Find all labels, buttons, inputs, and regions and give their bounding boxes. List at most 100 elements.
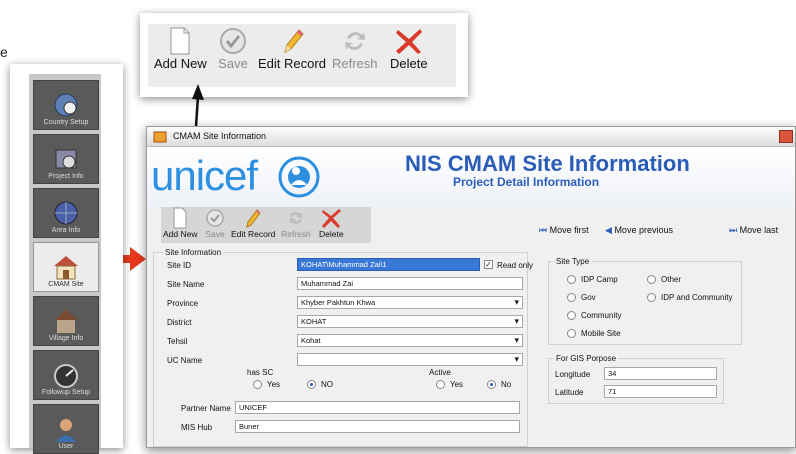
header-banner: unicef NIS CMAM Site Information Project… (147, 147, 795, 207)
refresh-arrows-icon (289, 212, 302, 224)
save-button[interactable]: Save (218, 26, 248, 71)
latitude-label: Latitude (555, 388, 584, 397)
tehsil-label: Tehsil (167, 337, 188, 346)
site-id-field[interactable]: KOHAT\Muhammad Zai\1 (297, 258, 480, 271)
save-button[interactable]: Save (205, 207, 225, 239)
sidebar-item-user[interactable]: User (33, 404, 99, 454)
district-value: KOHAT (301, 317, 327, 326)
refresh-button[interactable]: Refresh (281, 207, 311, 239)
sidebar-item-label: User (58, 443, 74, 450)
mis-hub-field[interactable]: Buner (235, 420, 520, 433)
village-house-icon (54, 310, 78, 333)
mis-hub-label: MIS Hub (181, 423, 213, 432)
window-toolbar: Add New Save Edit Record Refresh Delete (161, 207, 371, 243)
sidebar-item-country-setup[interactable]: Country Setup (33, 80, 99, 130)
site-information-group-label: Site Information (163, 248, 224, 257)
refresh-arrows-icon (344, 32, 365, 50)
move-previous-icon: ◀ (605, 225, 612, 235)
pencil-icon (284, 29, 304, 53)
delete-label: Delete (319, 229, 344, 239)
read-only-checkbox[interactable]: ✓ (484, 260, 493, 269)
partner-name-field[interactable]: UNICEF (235, 401, 520, 414)
site-type-mobile-site-label: Mobile Site (581, 329, 621, 338)
sidebar-item-label: Project Info (48, 173, 84, 180)
latitude-field[interactable]: 71 (604, 385, 717, 398)
refresh-label: Refresh (281, 229, 311, 239)
page-heading: NIS CMAM Site Information (405, 151, 690, 176)
page-subheading: Project Detail Information (453, 175, 600, 189)
sidebar-item-area-info[interactable]: Area Info (33, 188, 99, 238)
calendar-clock-icon (55, 149, 77, 169)
has-sc-no-radio[interactable] (307, 380, 316, 389)
site-type-community-radio[interactable] (567, 311, 576, 320)
active-yes-radio[interactable] (436, 380, 445, 389)
checkmark-circle-icon (206, 209, 224, 227)
longitude-field[interactable]: 34 (604, 367, 717, 380)
move-first-label: Move first (549, 225, 589, 235)
site-name-field[interactable]: Muhammad Zai (297, 277, 523, 290)
site-type-idp-community-radio[interactable] (647, 293, 656, 302)
site-type-gov-radio[interactable] (567, 293, 576, 302)
site-type-idp-camp-label: IDP Camp (581, 275, 618, 284)
tehsil-value: Kohat (301, 336, 321, 345)
refresh-label: Refresh (332, 56, 378, 71)
district-select[interactable]: KOHAT (297, 315, 523, 328)
sidebar-item-village-info[interactable]: Village Info (33, 296, 99, 346)
site-type-idp-camp-radio[interactable] (567, 275, 576, 284)
refresh-button[interactable]: Refresh (332, 26, 378, 71)
window-titlebar: CMAM Site Information (147, 127, 795, 147)
unicef-emblem-icon (278, 156, 320, 198)
sidebar-item-cmam-site[interactable]: CMAM Site (33, 242, 99, 292)
site-name-label: Site Name (167, 280, 205, 289)
add-new-button[interactable]: Add New (163, 207, 198, 239)
app-icon (153, 131, 167, 143)
move-last-button[interactable]: ⏭ Move last (729, 225, 778, 236)
gis-group-label: For GIS Porpose (554, 354, 619, 363)
has-sc-yes-label: Yes (267, 380, 281, 389)
add-new-label: Add New (163, 229, 198, 239)
move-first-button[interactable]: ⏮ Move first (539, 225, 589, 236)
gauge-icon (54, 364, 78, 388)
delete-x-icon (395, 29, 422, 54)
edit-record-label: Edit Record (231, 229, 276, 239)
site-type-mobile-site-radio[interactable] (567, 329, 576, 338)
close-window-button[interactable] (779, 130, 793, 143)
toolbar-zoom-strip: Add New Save Edit Record Refresh Delete (148, 24, 456, 87)
cropped-text: e (0, 44, 8, 60)
checkmark-circle-icon (220, 28, 246, 54)
uc-name-select[interactable] (297, 353, 523, 366)
edit-record-button[interactable]: Edit Record (258, 26, 326, 71)
site-type-community-label: Community (581, 311, 622, 320)
longitude-label: Longitude (555, 370, 591, 379)
sidebar-item-label: CMAM Site (48, 281, 84, 288)
sidebar-item-project-info[interactable]: Project Info (33, 134, 99, 184)
province-label: Province (167, 299, 199, 308)
province-value: Khyber Pakhtun Khwa (301, 298, 376, 307)
active-no-label: No (501, 380, 512, 389)
move-previous-label: Move previous (614, 225, 673, 235)
sidebar-item-label: Area Info (51, 227, 81, 234)
add-new-button[interactable]: Add New (154, 26, 207, 71)
user-icon (56, 419, 76, 442)
sidebar-item-followup-setup[interactable]: Followup Setup (33, 350, 99, 400)
window-title: CMAM Site Information (173, 131, 267, 141)
has-sc-yes-radio[interactable] (253, 380, 262, 389)
site-type-other-radio[interactable] (647, 275, 656, 284)
active-no-radio[interactable] (487, 380, 496, 389)
delete-button[interactable]: Delete (390, 26, 428, 71)
province-select[interactable]: Khyber Pakhtun Khwa (297, 296, 523, 309)
site-type-group (548, 261, 742, 345)
sidebar-nav: Country Setup Project Info Area Info CMA… (29, 74, 101, 454)
delete-button[interactable]: Delete (319, 207, 344, 239)
save-label: Save (205, 229, 225, 239)
save-label: Save (218, 56, 248, 71)
new-document-icon (173, 207, 187, 229)
move-previous-button[interactable]: ◀ Move previous (605, 225, 673, 236)
site-id-label: Site ID (167, 261, 192, 270)
read-only-label: Read only (497, 261, 534, 270)
site-type-idp-community-label: IDP and Community (661, 293, 733, 302)
edit-record-button[interactable]: Edit Record (231, 207, 275, 239)
sidebar-item-label: Country Setup (43, 119, 89, 126)
tehsil-select[interactable]: Kohat (297, 334, 523, 347)
site-type-gov-label: Gov (581, 293, 596, 302)
